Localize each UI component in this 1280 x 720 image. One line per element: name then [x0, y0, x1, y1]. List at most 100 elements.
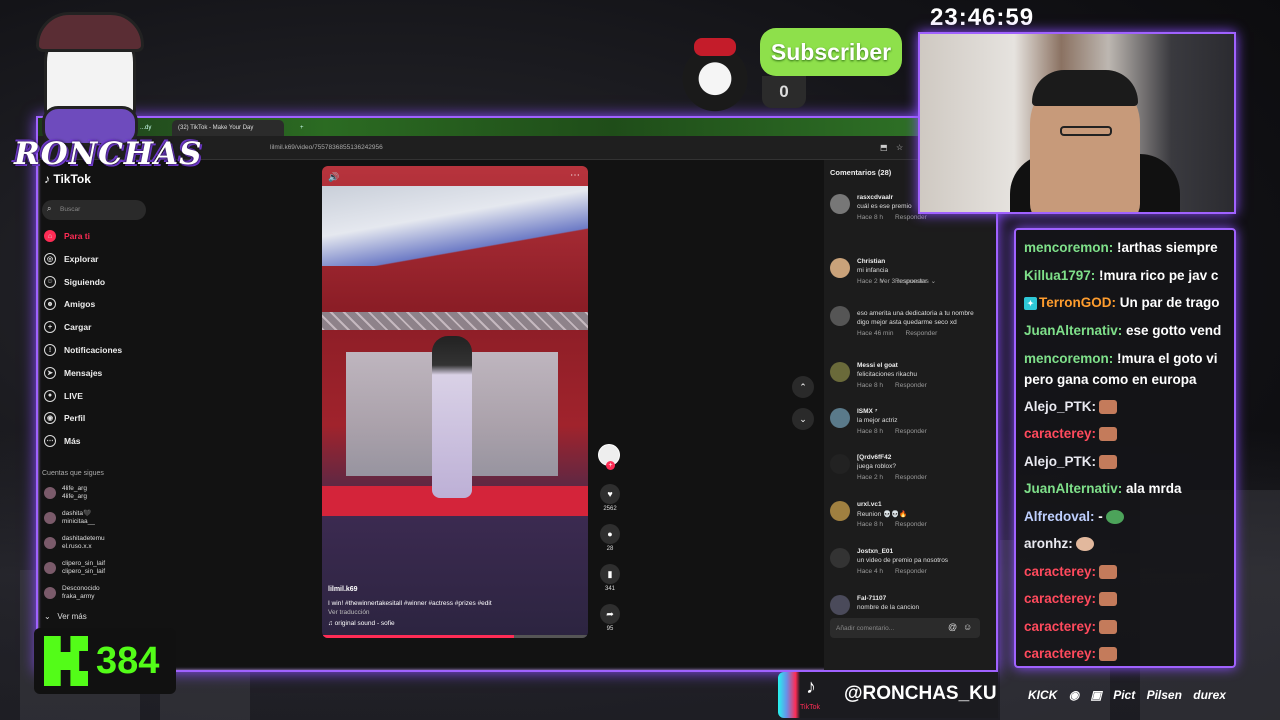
chat-username[interactable]: Alejo_PTK:	[1024, 454, 1096, 469]
avatar[interactable]	[830, 306, 850, 326]
following-title: Cuentas que sigues	[42, 470, 104, 477]
video-progress-bar[interactable]	[322, 635, 588, 638]
chevron-up-icon: ⌃	[799, 382, 807, 392]
chat-username[interactable]: caracterey:	[1024, 619, 1096, 634]
avatar[interactable]	[830, 595, 850, 615]
reply-button[interactable]: Responder	[895, 474, 927, 481]
install-icon[interactable]: ⬒	[880, 143, 888, 152]
like-button[interactable]: ♥ 2562	[598, 484, 622, 512]
save-button[interactable]: ▮ 341	[598, 564, 622, 592]
share-button[interactable]: ➦ 95	[598, 604, 622, 632]
chat-username[interactable]: mencoremon:	[1024, 351, 1113, 366]
comment-user[interactable]: Jostxn_E01	[857, 548, 893, 555]
webcam-person-beanie	[1032, 70, 1138, 106]
following-account[interactable]: clipero_sin_laif clipero_sin_laif	[44, 560, 105, 576]
chat-message: Alejo_PTK:	[1024, 454, 1118, 470]
reply-button[interactable]: Responder	[895, 382, 927, 389]
kick-count: 384	[96, 640, 160, 682]
sidebar-item-mensajes[interactable]: ➤ Mensajes	[44, 365, 102, 381]
chat-username[interactable]: Alfredoval:	[1024, 509, 1095, 524]
mention-icon[interactable]: @	[948, 622, 957, 632]
url-text[interactable]: lilmil.k69/video/7557836855136242956	[270, 144, 383, 151]
comment-user[interactable]: rasxcdvaalr	[857, 194, 893, 201]
following-account[interactable]: Desconocido fraka_army	[44, 585, 100, 601]
volume-icon[interactable]: 🔊	[328, 172, 339, 183]
avatar[interactable]	[830, 194, 850, 214]
bookmark-star-icon[interactable]: ☆	[896, 143, 903, 152]
reply-button[interactable]: Responder	[895, 521, 927, 528]
send-icon: ➤	[44, 366, 56, 379]
new-tab-button[interactable]: +	[294, 120, 310, 136]
bell-icon: !	[44, 344, 56, 356]
comment-user[interactable]: [Qrdv6fF42	[857, 454, 891, 461]
see-more-link[interactable]: ⌄ Ver más	[44, 612, 87, 621]
reply-button[interactable]: Responder	[895, 214, 927, 221]
sidebar-item-label: Más	[64, 436, 81, 447]
chat-username[interactable]: TerronGOD:	[1039, 295, 1116, 310]
chat-username[interactable]: JuanAlternativ:	[1024, 323, 1122, 338]
sidebar-item-live[interactable]: ● LIVE	[44, 388, 83, 404]
sidebar-item-notificaciones[interactable]: ! Notificaciones	[44, 342, 122, 358]
translate-link[interactable]: Ver traducción	[328, 609, 370, 616]
avatar[interactable]	[830, 408, 850, 428]
reply-button[interactable]: Responder	[895, 428, 927, 435]
sidebar-item-más[interactable]: ⋯ Más	[44, 433, 81, 449]
comment-user[interactable]: Christian	[857, 258, 885, 265]
emoji-icon[interactable]: ☺	[963, 622, 972, 632]
reply-button[interactable]: Responder	[895, 568, 927, 575]
search-input[interactable]: ⌕ Buscar	[42, 200, 146, 220]
video-performer	[432, 336, 472, 498]
more-options-icon[interactable]: ⋯	[570, 170, 580, 181]
avatar[interactable]	[830, 548, 850, 568]
chat-username[interactable]: Alejo_PTK:	[1024, 399, 1096, 414]
sidebar-item-para-ti[interactable]: ⌂ Para ti	[44, 228, 90, 244]
avatar[interactable]	[830, 362, 850, 382]
comment-input[interactable]: Añadir comentario... @ ☺	[830, 618, 980, 638]
search-icon: ⌕	[47, 204, 52, 213]
friends-icon: ☻	[44, 298, 56, 311]
chat-username[interactable]: mencoremon:	[1024, 240, 1113, 255]
save-count: 341	[604, 586, 615, 592]
emote-icon	[1099, 455, 1118, 470]
chat-username[interactable]: JuanAlternativ:	[1024, 481, 1122, 496]
avatar[interactable]	[830, 501, 850, 521]
chat-message: JuanAlternativ: ese gotto vend	[1024, 323, 1221, 338]
emote-icon	[1099, 565, 1118, 580]
video-player[interactable]: 🔊 ⋯ lilmil.k69 I win! #thewinnertakesita…	[322, 166, 588, 638]
sidebar-item-siguiendo[interactable]: ☺ Siguiendo	[44, 274, 105, 290]
comment-user[interactable]: Fal-71107	[857, 595, 886, 602]
reply-button[interactable]: Responder	[906, 330, 938, 337]
avatar[interactable]	[830, 454, 850, 474]
previous-video-button[interactable]: ⌃	[792, 376, 814, 398]
follow-plus-icon[interactable]: +	[606, 461, 615, 470]
creator-avatar[interactable]: +	[598, 444, 620, 470]
next-video-button[interactable]: ⌄	[792, 408, 814, 430]
sidebar-item-perfil[interactable]: ◉ Perfil	[44, 410, 85, 426]
sidebar-item-explorar[interactable]: ◎ Explorar	[44, 251, 99, 267]
chat-username[interactable]: caracterey:	[1024, 591, 1096, 606]
avatar[interactable]	[830, 258, 850, 278]
sidebar-item-amigos[interactable]: ☻ Amigos	[44, 296, 95, 312]
sound-link[interactable]: ♫ original sound - sofie	[328, 620, 395, 627]
comment-user[interactable]: urxl.vc1	[857, 501, 882, 508]
chat-username[interactable]: Killua1797:	[1024, 268, 1095, 283]
kick-follower-widget: 384	[34, 628, 176, 694]
following-account[interactable]: dashitadetemu el.ruso.x.x	[44, 535, 105, 551]
sidebar-item-cargar[interactable]: + Cargar	[44, 319, 91, 335]
following-account[interactable]: 4life_arg 4life_arg	[44, 485, 87, 501]
chat-username[interactable]: caracterey:	[1024, 426, 1096, 441]
video-author[interactable]: lilmil.k69	[328, 586, 358, 593]
following-account[interactable]: dashita🖤 minicitaa__	[44, 510, 95, 526]
comment-user[interactable]: ISMX ⁷	[857, 408, 877, 415]
following-handle: el.ruso.x.x	[62, 543, 92, 550]
chat-username[interactable]: aronhz:	[1024, 536, 1073, 551]
comment-button[interactable]: ● 28	[598, 524, 622, 552]
following-handle: minicitaa__	[62, 518, 95, 525]
tab-tiktok[interactable]: (32) TikTok - Make Your Day	[172, 120, 284, 136]
like-count: 2562	[603, 506, 617, 512]
comment-user[interactable]: Messi el goat	[857, 362, 898, 369]
chat-username[interactable]: caracterey:	[1024, 564, 1096, 579]
view-replies-link[interactable]: Ver 3 respuestas ⌄	[880, 277, 936, 285]
chat-username[interactable]: caracterey:	[1024, 646, 1096, 661]
discord-icon: ◉	[1068, 688, 1080, 702]
